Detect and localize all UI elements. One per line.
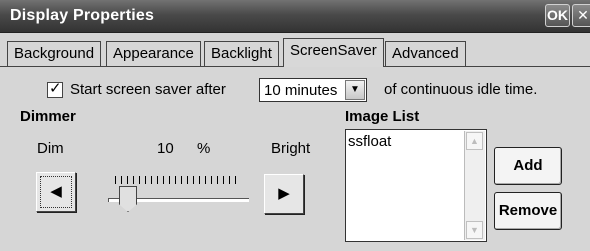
slider-tick — [193, 176, 194, 184]
tab-background[interactable]: Background — [7, 41, 102, 66]
chevron-down-icon[interactable]: ▼ — [345, 80, 365, 100]
ok-button[interactable]: OK — [545, 4, 570, 27]
slider-tick — [127, 176, 128, 184]
slider-tick — [133, 176, 134, 184]
bright-label: Bright — [271, 140, 311, 157]
slider-tick — [115, 176, 116, 184]
tab-strip: Background Appearance Backlight ScreenSa… — [0, 38, 590, 67]
slider-tick — [151, 176, 152, 184]
slider-tick — [211, 176, 212, 184]
slider-tick — [139, 176, 140, 184]
slider-tick — [145, 176, 146, 184]
title-bar: Display Properties OK ✕ — [0, 0, 590, 33]
close-button[interactable]: ✕ — [572, 4, 590, 27]
slider-tick — [187, 176, 188, 184]
chevron-up-icon[interactable]: ▲ — [466, 132, 483, 150]
window-title: Display Properties — [10, 7, 155, 24]
tab-screensaver[interactable]: ScreenSaver — [283, 38, 384, 67]
idle-time-label: of continuous idle time. — [384, 81, 538, 98]
slider-tick — [223, 176, 224, 184]
timeout-value: 10 minutes — [264, 82, 338, 99]
arrow-left-icon: ◀ — [50, 183, 62, 200]
arrow-right-icon: ▶ — [278, 185, 290, 202]
check-mark-icon: ✓ — [49, 80, 62, 97]
remove-button[interactable]: Remove — [494, 192, 562, 230]
slider-tick — [169, 176, 170, 184]
image-list[interactable]: ssfloat ▲ ▼ — [345, 129, 487, 242]
slider-tick — [199, 176, 200, 184]
slider-tick — [217, 176, 218, 184]
slider-tick — [121, 176, 122, 184]
slider-tick — [157, 176, 158, 184]
list-item[interactable]: ssfloat — [348, 133, 391, 150]
dimmer-value: 10 — [157, 140, 174, 157]
slider-ticks — [115, 176, 239, 184]
add-button[interactable]: Add — [494, 147, 562, 185]
slider-tick — [175, 176, 176, 184]
bright-button[interactable]: ▶ — [264, 174, 304, 214]
start-screensaver-checkbox[interactable]: ✓ — [47, 80, 63, 98]
slider-tick — [181, 176, 182, 184]
dim-label: Dim — [37, 140, 64, 157]
tab-backlight[interactable]: Backlight — [204, 41, 279, 66]
image-list-heading: Image List — [345, 108, 420, 125]
slider-tick — [235, 176, 236, 184]
tab-appearance[interactable]: Appearance — [106, 41, 201, 66]
slider-tick — [229, 176, 230, 184]
slider-thumb[interactable] — [119, 186, 137, 212]
list-scrollbar[interactable]: ▲ ▼ — [464, 131, 485, 240]
timeout-select[interactable]: 10 minutes ▼ — [259, 78, 367, 102]
slider-tick — [163, 176, 164, 184]
dim-button[interactable]: ◀ — [36, 172, 76, 212]
dimmer-heading: Dimmer — [20, 108, 76, 125]
tab-advanced[interactable]: Advanced — [385, 41, 466, 66]
chevron-down-icon[interactable]: ▼ — [466, 221, 483, 239]
slider-tick — [205, 176, 206, 184]
start-screensaver-label: Start screen saver after — [70, 81, 226, 98]
dimmer-unit: % — [197, 140, 211, 157]
